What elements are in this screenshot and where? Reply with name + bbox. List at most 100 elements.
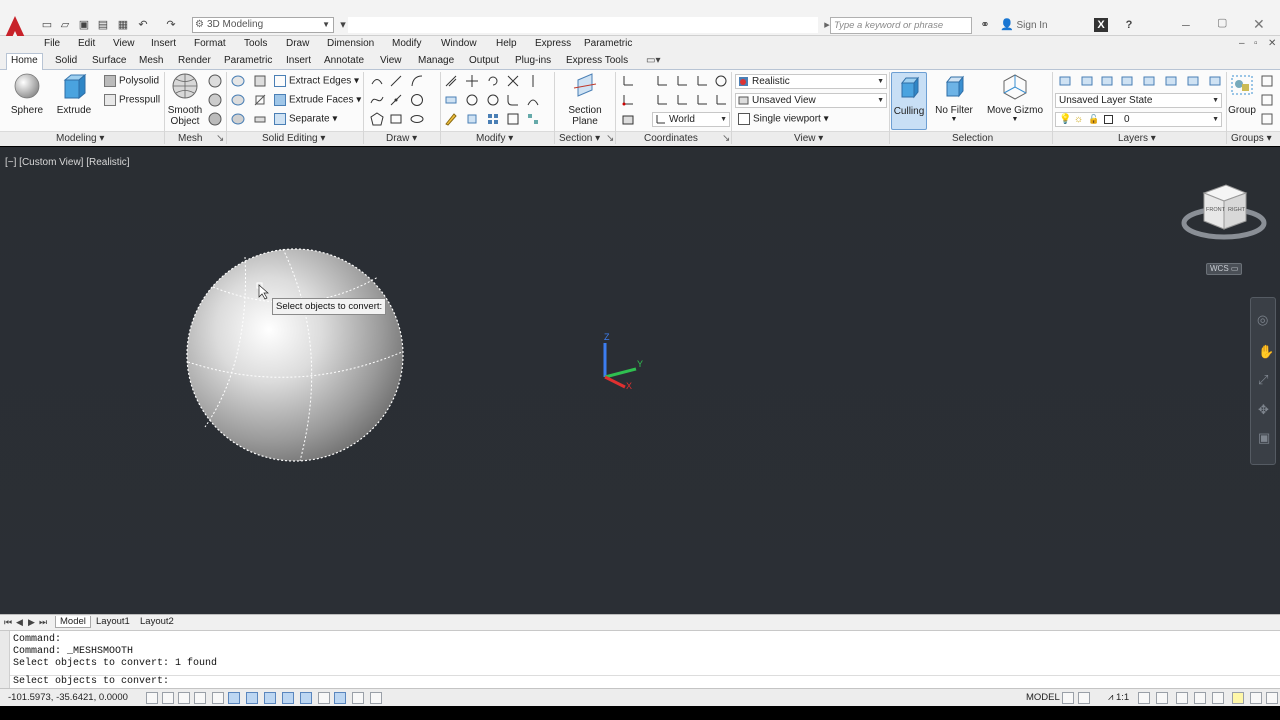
object-snap-toggle[interactable] bbox=[228, 692, 240, 704]
layer-state-dropdown[interactable]: Unsaved Layer State ▼ bbox=[1055, 93, 1222, 108]
annotation-scale[interactable]: ⩘ 1:1 bbox=[1108, 692, 1129, 703]
last-layout-icon[interactable]: ⏭ bbox=[39, 617, 47, 628]
blocks-icon[interactable] bbox=[526, 112, 540, 126]
ortho-mode-toggle[interactable] bbox=[194, 692, 206, 704]
union-icon[interactable] bbox=[231, 74, 245, 88]
lineweight-toggle[interactable] bbox=[318, 692, 330, 704]
maximize-icon[interactable]: ▢ bbox=[1217, 16, 1227, 29]
ungroup-icon[interactable] bbox=[1260, 74, 1274, 88]
layer-match-icon[interactable] bbox=[1164, 74, 1178, 88]
interfere-icon[interactable] bbox=[253, 74, 267, 88]
offset-icon[interactable] bbox=[444, 74, 458, 88]
selection-cycling-toggle[interactable] bbox=[370, 692, 382, 704]
drawing-viewport[interactable]: [−] [Custom View] [Realistic] Z Y X FRON… bbox=[0, 147, 1280, 614]
extrude-button[interactable]: Extrude bbox=[56, 72, 92, 116]
tab-surface[interactable]: Surface bbox=[92, 55, 126, 66]
stretch-icon[interactable] bbox=[444, 93, 458, 107]
ucs-settings-icon[interactable] bbox=[714, 74, 728, 88]
layer-lock-icon[interactable] bbox=[1142, 74, 1156, 88]
zoom-icon[interactable]: ⤢ bbox=[1258, 372, 1268, 388]
visual-style-dropdown[interactable]: Realistic ▼ bbox=[735, 74, 887, 89]
tab-mesh[interactable]: Mesh bbox=[139, 55, 163, 66]
menu-tools[interactable]: Tools bbox=[244, 38, 267, 49]
group-select-icon[interactable] bbox=[1260, 112, 1274, 126]
mesh-settings-icon[interactable]: ↘ bbox=[216, 133, 224, 144]
workspace-dropdown[interactable]: ⚙ 3D Modeling ▼ bbox=[192, 17, 334, 33]
tab-layout2[interactable]: Layout2 bbox=[136, 616, 178, 627]
close-icon[interactable]: ✕ bbox=[1253, 16, 1265, 33]
rectangle-icon[interactable] bbox=[389, 112, 403, 126]
coordinates-settings-icon[interactable]: ↘ bbox=[722, 133, 730, 144]
exchange-icon[interactable]: X bbox=[1094, 18, 1108, 32]
intersect-icon[interactable] bbox=[231, 112, 245, 126]
quick-view-layouts-icon[interactable] bbox=[1062, 692, 1074, 704]
tab-insert[interactable]: Insert bbox=[286, 55, 311, 66]
polar-tracking-toggle[interactable] bbox=[212, 692, 224, 704]
dynamic-ucs-toggle[interactable] bbox=[282, 692, 294, 704]
ellipse-icon[interactable] bbox=[410, 112, 424, 126]
tab-express-tools[interactable]: Express Tools bbox=[566, 55, 628, 66]
steering-wheel-icon[interactable]: ◎ bbox=[1257, 312, 1268, 328]
menu-modify[interactable]: Modify bbox=[392, 38, 421, 49]
sphere-button[interactable]: Sphere bbox=[8, 72, 46, 116]
undo-icon[interactable]: ↶ bbox=[136, 18, 150, 32]
tab-annotate[interactable]: Annotate bbox=[324, 55, 364, 66]
presspull-button[interactable]: Presspull bbox=[104, 94, 160, 106]
first-layout-icon[interactable]: ⏮ bbox=[4, 617, 12, 628]
ribbon-minimize-icon[interactable]: ▭▾ bbox=[646, 55, 660, 66]
3d-array-icon[interactable] bbox=[526, 93, 540, 107]
viewport-config-button[interactable]: Single viewport ▾ bbox=[738, 113, 829, 125]
prev-layout-icon[interactable]: ◀ bbox=[16, 617, 23, 628]
ucs-y-icon[interactable] bbox=[675, 74, 689, 88]
lock-ui-icon[interactable] bbox=[1194, 692, 1206, 704]
menu-draw[interactable]: Draw bbox=[286, 38, 309, 49]
mesh-smooth-less-icon[interactable] bbox=[208, 112, 222, 126]
spline-icon[interactable] bbox=[370, 93, 384, 107]
minimize-icon[interactable]: – bbox=[1182, 16, 1190, 32]
culling-button[interactable]: Culling bbox=[891, 72, 927, 130]
layer-walk-icon[interactable] bbox=[1208, 74, 1222, 88]
workspace-switching-icon[interactable] bbox=[1176, 692, 1188, 704]
draw-panel-title[interactable]: Draw ▾ bbox=[386, 133, 417, 144]
extrude-faces-button[interactable]: Extrude Faces ▾ bbox=[274, 94, 361, 106]
menu-format[interactable]: Format bbox=[194, 38, 226, 49]
layer-properties-icon[interactable] bbox=[1058, 74, 1072, 88]
circle-icon[interactable] bbox=[410, 93, 424, 107]
tab-output[interactable]: Output bbox=[469, 55, 499, 66]
redo-icon[interactable]: ↷ bbox=[164, 18, 178, 32]
doc-close-icon[interactable]: ✕ bbox=[1268, 38, 1276, 49]
dynamic-input-toggle[interactable] bbox=[300, 692, 312, 704]
next-layout-icon[interactable]: ▶ bbox=[28, 617, 35, 628]
command-input[interactable]: Select objects to convert: bbox=[13, 676, 169, 687]
tab-model[interactable]: Model bbox=[55, 616, 91, 628]
move-gizmo-button[interactable]: Move Gizmo ▼ bbox=[984, 72, 1046, 123]
mesh-panel-title[interactable]: Mesh bbox=[178, 133, 202, 144]
binoculars-icon[interactable]: ⚭ bbox=[978, 18, 992, 32]
ucs-x-icon[interactable] bbox=[655, 74, 669, 88]
solid-editing-panel-title[interactable]: Solid Editing ▾ bbox=[262, 133, 325, 144]
auto-scale-icon[interactable] bbox=[1156, 692, 1168, 704]
thicken-icon[interactable] bbox=[253, 112, 267, 126]
ucs-view-icon[interactable] bbox=[675, 93, 689, 107]
mesh-sphere[interactable] bbox=[186, 248, 404, 462]
ucs-3point-icon[interactable] bbox=[714, 93, 728, 107]
doc-minimize-icon[interactable]: – bbox=[1239, 38, 1245, 49]
command-window-grip[interactable] bbox=[0, 631, 10, 689]
scale-icon[interactable] bbox=[486, 93, 500, 107]
orbit-icon[interactable]: ✥ bbox=[1258, 402, 1269, 418]
polyline-icon[interactable] bbox=[370, 74, 384, 88]
help-icon[interactable]: ? bbox=[1122, 18, 1136, 32]
polygon-icon[interactable] bbox=[370, 112, 384, 126]
section-plane-button[interactable]: Section Plane bbox=[564, 72, 606, 127]
snap-mode-toggle[interactable] bbox=[162, 692, 174, 704]
tab-render[interactable]: Render bbox=[178, 55, 211, 66]
menu-parametric[interactable]: Parametric bbox=[584, 38, 632, 49]
menu-insert[interactable]: Insert bbox=[151, 38, 176, 49]
cursor-coordinates[interactable]: -101.5973, -35.6421, 0.0000 bbox=[8, 692, 128, 703]
tab-plug-ins[interactable]: Plug-ins bbox=[515, 55, 551, 66]
menu-view[interactable]: View bbox=[113, 38, 135, 49]
quick-view-drawings-icon[interactable] bbox=[1078, 692, 1090, 704]
quick-properties-toggle[interactable] bbox=[352, 692, 364, 704]
trim-icon[interactable] bbox=[506, 74, 520, 88]
line-icon[interactable] bbox=[389, 74, 403, 88]
